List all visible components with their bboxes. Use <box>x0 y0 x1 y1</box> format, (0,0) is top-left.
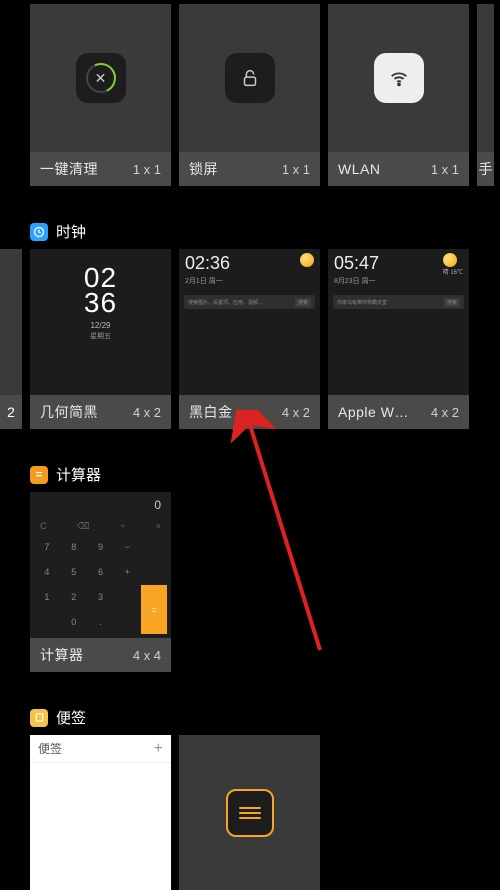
toggle-widgets-row: ✕ 一键清理 1 x 1 锁屏 1 x 1 <box>30 4 494 186</box>
search-button: 搜索 <box>295 298 311 307</box>
clock-date: 12/29 <box>30 321 171 330</box>
widget-size: 1 x 1 <box>133 162 161 177</box>
calculator-widget[interactable]: 0 C⌫ ÷× 789− 456+ 123= 0. 计算器 4 x 4 <box>30 492 171 672</box>
notes-widgets-row: 便签 + <box>30 735 320 890</box>
widget-size: 4 x 4 <box>133 648 161 663</box>
widget-name: 黑白金 <box>189 402 233 422</box>
widget-name: 几何简黑 <box>40 402 98 422</box>
section-title: 计算器 <box>56 464 101 485</box>
widget-size: 4 x 2 <box>282 405 310 420</box>
widget-size: 4 x 2 <box>431 405 459 420</box>
temp-label: 晴 16℃ <box>443 267 463 276</box>
widget-size: 1 x 1 <box>282 162 310 177</box>
clock-time: 05:47 <box>334 253 379 274</box>
clock-date: 2月1日 周一 <box>185 276 230 286</box>
search-placeholder: 你家乌龟带你称霸天堂 <box>337 299 387 306</box>
note-icon <box>226 789 274 837</box>
widget-preview: 02:36 2月1日 周一 搜索图片、设置项、应用、视频… 搜索 <box>179 249 320 395</box>
notes-widget-list[interactable]: 便签 + <box>30 735 171 890</box>
widget-clear[interactable]: ✕ 一键清理 1 x 1 <box>30 4 171 186</box>
calc-top-row: C⌫ ÷× <box>34 518 167 535</box>
search-button: 搜索 <box>444 298 460 307</box>
widget-lockscreen[interactable]: 锁屏 1 x 1 <box>179 4 320 186</box>
section-header-clock: 时钟 <box>30 221 86 242</box>
widget-name: 手 <box>477 152 494 186</box>
widget-preview: 0 C⌫ ÷× 789− 456+ 123= 0. <box>30 492 171 638</box>
sun-icon <box>443 253 457 267</box>
widget-partial-right[interactable]: 手 <box>477 4 494 186</box>
widget-preview: ✕ <box>30 4 171 152</box>
widget-size: 4 x 2 <box>133 405 161 420</box>
clock-partial-left[interactable]: 2 <box>0 249 22 429</box>
lock-icon <box>239 67 261 89</box>
clock-section-icon <box>30 223 48 241</box>
sun-icon <box>300 253 314 267</box>
calculator-section-icon: = <box>30 466 48 484</box>
section-header-notes: 便签 <box>30 707 86 728</box>
widget-preview <box>179 4 320 152</box>
search-placeholder: 搜索图片、设置项、应用、视频… <box>188 299 263 306</box>
notes-title: 便签 <box>38 740 62 757</box>
annotation-arrow <box>230 410 350 670</box>
clock-widget-apple[interactable]: 05:47 8月23日 周一 晴 16℃ 你家乌龟带你称霸天堂 搜索 Apple… <box>328 249 469 429</box>
widget-name: 计算器 <box>40 645 84 665</box>
notes-widget-icon[interactable] <box>179 735 320 890</box>
clock-time: 02:36 <box>185 253 230 274</box>
search-bar-preview: 你家乌龟带你称霸天堂 搜索 <box>333 295 464 309</box>
section-title: 便签 <box>56 707 86 728</box>
widget-preview: 05:47 8月23日 周一 晴 16℃ 你家乌龟带你称霸天堂 搜索 <box>328 249 469 395</box>
clock-date: 8月23日 周一 <box>334 276 379 286</box>
notes-section-icon <box>30 709 48 727</box>
calc-keypad: 789− 456+ 123= 0. <box>34 535 167 634</box>
clock-time: 0236 <box>30 265 171 315</box>
lock-tile <box>225 53 275 103</box>
section-header-calculator: = 计算器 <box>30 464 101 485</box>
clock-widgets-row: 2 0236 12/29 星期五 几何简黑 4 x 2 02:36 2月1日 <box>0 249 469 429</box>
calc-display: 0 <box>34 496 167 518</box>
ring-close-icon: ✕ <box>86 63 116 93</box>
widget-size: 1 x 1 <box>431 162 459 177</box>
widget-size: 2 <box>0 395 22 429</box>
widget-preview <box>328 4 469 152</box>
section-title: 时钟 <box>56 221 86 242</box>
clock-widget-geometric[interactable]: 0236 12/29 星期五 几何简黑 4 x 2 <box>30 249 171 429</box>
clock-day: 星期五 <box>30 331 171 341</box>
wifi-tile <box>374 53 424 103</box>
search-bar-preview: 搜索图片、设置项、应用、视频… 搜索 <box>184 295 315 309</box>
calculator-widgets-row: 0 C⌫ ÷× 789− 456+ 123= 0. 计算器 4 x 4 <box>30 492 171 672</box>
widget-preview: 0236 12/29 星期五 <box>30 249 171 395</box>
wifi-icon <box>388 67 410 89</box>
widget-name: Apple W… <box>338 404 409 420</box>
clear-tile: ✕ <box>76 53 126 103</box>
widget-name: 一键清理 <box>40 159 98 179</box>
notes-header: 便签 + <box>30 735 171 763</box>
widget-name: 锁屏 <box>189 159 218 179</box>
widget-name: WLAN <box>338 161 380 177</box>
clock-widget-blackgold[interactable]: 02:36 2月1日 周一 搜索图片、设置项、应用、视频… 搜索 黑白金 4 x… <box>179 249 320 429</box>
add-note-icon[interactable]: + <box>154 740 163 758</box>
widget-wlan[interactable]: WLAN 1 x 1 <box>328 4 469 186</box>
